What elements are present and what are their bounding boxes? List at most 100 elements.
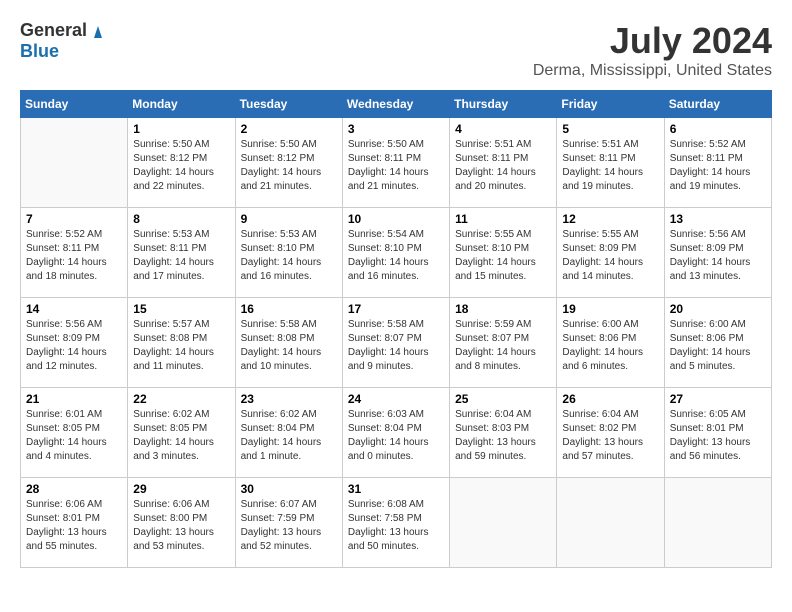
day-number: 4 (455, 122, 551, 136)
day-info: Sunrise: 5:52 AM Sunset: 8:11 PM Dayligh… (670, 138, 766, 194)
day-number: 25 (455, 392, 551, 406)
day-info: Sunrise: 6:02 AM Sunset: 8:04 PM Dayligh… (241, 408, 337, 464)
header-monday: Monday (128, 91, 235, 118)
header-friday: Friday (557, 91, 664, 118)
calendar-week-row: 21Sunrise: 6:01 AM Sunset: 8:05 PM Dayli… (21, 388, 772, 478)
day-info: Sunrise: 6:06 AM Sunset: 8:01 PM Dayligh… (26, 498, 122, 554)
day-number: 28 (26, 482, 122, 496)
table-row: 15 Sunrise: 5:57 AM Sunset: 8:08 PM Dayli… (128, 298, 235, 388)
day-number: 2 (241, 122, 337, 136)
day-info: Sunrise: 5:50 AM Sunset: 8:11 PM Dayligh… (348, 138, 444, 194)
day-info: Sunrise: 5:57 AM Sunset: 8:08 PM Dayligh… (133, 318, 229, 374)
day-info: Sunrise: 6:04 AM Sunset: 8:02 PM Dayligh… (562, 408, 658, 464)
day-info: Sunrise: 5:50 AM Sunset: 8:12 PM Dayligh… (241, 138, 337, 194)
day-number: 3 (348, 122, 444, 136)
table-row: 17 Sunrise: 5:58 AM Sunset: 8:07 PM Dayli… (342, 298, 449, 388)
day-info: Sunrise: 5:53 AM Sunset: 8:10 PM Dayligh… (241, 228, 337, 284)
calendar-title: July 2024 Derma, Mississippi, United Sta… (533, 20, 772, 80)
table-row: 29 Sunrise: 6:06 AM Sunset: 8:00 PM Dayli… (128, 478, 235, 568)
logo-blue: Blue (20, 41, 59, 61)
weekday-header-row: Sunday Monday Tuesday Wednesday Thursday… (21, 91, 772, 118)
day-info: Sunrise: 5:58 AM Sunset: 8:07 PM Dayligh… (348, 318, 444, 374)
location: Derma, Mississippi, United States (533, 62, 772, 80)
day-number: 31 (348, 482, 444, 496)
table-row: 10 Sunrise: 5:54 AM Sunset: 8:10 PM Dayli… (342, 208, 449, 298)
day-number: 15 (133, 302, 229, 316)
day-number: 22 (133, 392, 229, 406)
day-info: Sunrise: 6:06 AM Sunset: 8:00 PM Dayligh… (133, 498, 229, 554)
table-row: 8Sunrise: 5:53 AM Sunset: 8:11 PM Daylig… (128, 208, 235, 298)
day-info: Sunrise: 6:07 AM Sunset: 7:59 PM Dayligh… (241, 498, 337, 554)
table-row: 24 Sunrise: 6:03 AM Sunset: 8:04 PM Dayli… (342, 388, 449, 478)
table-row: 2 Sunrise: 5:50 AM Sunset: 8:12 PM Daylig… (235, 118, 342, 208)
day-number: 30 (241, 482, 337, 496)
header-tuesday: Tuesday (235, 91, 342, 118)
table-row: 27Sunrise: 6:05 AM Sunset: 8:01 PM Dayli… (664, 388, 771, 478)
table-row (450, 478, 557, 568)
day-number: 14 (26, 302, 122, 316)
table-row: 22 Sunrise: 6:02 AM Sunset: 8:05 PM Dayli… (128, 388, 235, 478)
logo: General Blue (20, 20, 107, 62)
day-info: Sunrise: 5:58 AM Sunset: 8:08 PM Dayligh… (241, 318, 337, 374)
table-row: 7 Sunrise: 5:52 AM Sunset: 8:11 PM Daylig… (21, 208, 128, 298)
day-info: Sunrise: 6:04 AM Sunset: 8:03 PM Dayligh… (455, 408, 551, 464)
table-row: 1 Sunrise: 5:50 AM Sunset: 8:12 PM Daylig… (128, 118, 235, 208)
table-row: 9 Sunrise: 5:53 AM Sunset: 8:10 PM Daylig… (235, 208, 342, 298)
table-row: 12Sunrise: 5:55 AM Sunset: 8:09 PM Dayli… (557, 208, 664, 298)
table-row: 21Sunrise: 6:01 AM Sunset: 8:05 PM Dayli… (21, 388, 128, 478)
table-row: 4 Sunrise: 5:51 AM Sunset: 8:11 PM Daylig… (450, 118, 557, 208)
day-info: Sunrise: 5:56 AM Sunset: 8:09 PM Dayligh… (670, 228, 766, 284)
day-number: 1 (133, 122, 229, 136)
day-info: Sunrise: 6:01 AM Sunset: 8:05 PM Dayligh… (26, 408, 122, 464)
day-info: Sunrise: 5:50 AM Sunset: 8:12 PM Dayligh… (133, 138, 229, 194)
table-row: 13Sunrise: 5:56 AM Sunset: 8:09 PM Dayli… (664, 208, 771, 298)
table-row: 28 Sunrise: 6:06 AM Sunset: 8:01 PM Dayli… (21, 478, 128, 568)
calendar-week-row: 1 Sunrise: 5:50 AM Sunset: 8:12 PM Daylig… (21, 118, 772, 208)
table-row: 25 Sunrise: 6:04 AM Sunset: 8:03 PM Dayli… (450, 388, 557, 478)
day-number: 23 (241, 392, 337, 406)
table-row: 20Sunrise: 6:00 AM Sunset: 8:06 PM Dayli… (664, 298, 771, 388)
day-number: 10 (348, 212, 444, 226)
day-info: Sunrise: 6:02 AM Sunset: 8:05 PM Dayligh… (133, 408, 229, 464)
day-number: 9 (241, 212, 337, 226)
day-info: Sunrise: 5:55 AM Sunset: 8:10 PM Dayligh… (455, 228, 551, 284)
day-info: Sunrise: 5:51 AM Sunset: 8:11 PM Dayligh… (455, 138, 551, 194)
day-number: 6 (670, 122, 766, 136)
day-info: Sunrise: 6:00 AM Sunset: 8:06 PM Dayligh… (562, 318, 658, 374)
day-number: 17 (348, 302, 444, 316)
table-row: 19 Sunrise: 6:00 AM Sunset: 8:06 PM Dayli… (557, 298, 664, 388)
table-row: 5Sunrise: 5:51 AM Sunset: 8:11 PM Daylig… (557, 118, 664, 208)
day-info: Sunrise: 5:54 AM Sunset: 8:10 PM Dayligh… (348, 228, 444, 284)
table-row: 18Sunrise: 5:59 AM Sunset: 8:07 PM Dayli… (450, 298, 557, 388)
header-wednesday: Wednesday (342, 91, 449, 118)
table-row: 6 Sunrise: 5:52 AM Sunset: 8:11 PM Daylig… (664, 118, 771, 208)
table-row (664, 478, 771, 568)
day-info: Sunrise: 5:56 AM Sunset: 8:09 PM Dayligh… (26, 318, 122, 374)
logo-general: General (20, 20, 87, 41)
calendar-week-row: 7 Sunrise: 5:52 AM Sunset: 8:11 PM Daylig… (21, 208, 772, 298)
day-number: 29 (133, 482, 229, 496)
month-year: July 2024 (533, 20, 772, 62)
calendar-week-row: 14 Sunrise: 5:56 AM Sunset: 8:09 PM Dayli… (21, 298, 772, 388)
day-number: 12 (562, 212, 658, 226)
day-info: Sunrise: 5:52 AM Sunset: 8:11 PM Dayligh… (26, 228, 122, 284)
day-info: Sunrise: 6:05 AM Sunset: 8:01 PM Dayligh… (670, 408, 766, 464)
day-number: 7 (26, 212, 122, 226)
day-info: Sunrise: 5:59 AM Sunset: 8:07 PM Dayligh… (455, 318, 551, 374)
calendar-table: Sunday Monday Tuesday Wednesday Thursday… (20, 90, 772, 568)
day-info: Sunrise: 6:03 AM Sunset: 8:04 PM Dayligh… (348, 408, 444, 464)
day-number: 26 (562, 392, 658, 406)
day-number: 24 (348, 392, 444, 406)
table-row: 31 Sunrise: 6:08 AM Sunset: 7:58 PM Dayli… (342, 478, 449, 568)
day-info: Sunrise: 6:08 AM Sunset: 7:58 PM Dayligh… (348, 498, 444, 554)
day-info: Sunrise: 6:00 AM Sunset: 8:06 PM Dayligh… (670, 318, 766, 374)
page-header: General Blue July 2024 Derma, Mississipp… (20, 20, 772, 80)
header-thursday: Thursday (450, 91, 557, 118)
table-row: 30 Sunrise: 6:07 AM Sunset: 7:59 PM Dayli… (235, 478, 342, 568)
table-row: 3 Sunrise: 5:50 AM Sunset: 8:11 PM Daylig… (342, 118, 449, 208)
day-info: Sunrise: 5:53 AM Sunset: 8:11 PM Dayligh… (133, 228, 229, 284)
day-number: 19 (562, 302, 658, 316)
header-sunday: Sunday (21, 91, 128, 118)
day-number: 16 (241, 302, 337, 316)
table-row: 11Sunrise: 5:55 AM Sunset: 8:10 PM Dayli… (450, 208, 557, 298)
